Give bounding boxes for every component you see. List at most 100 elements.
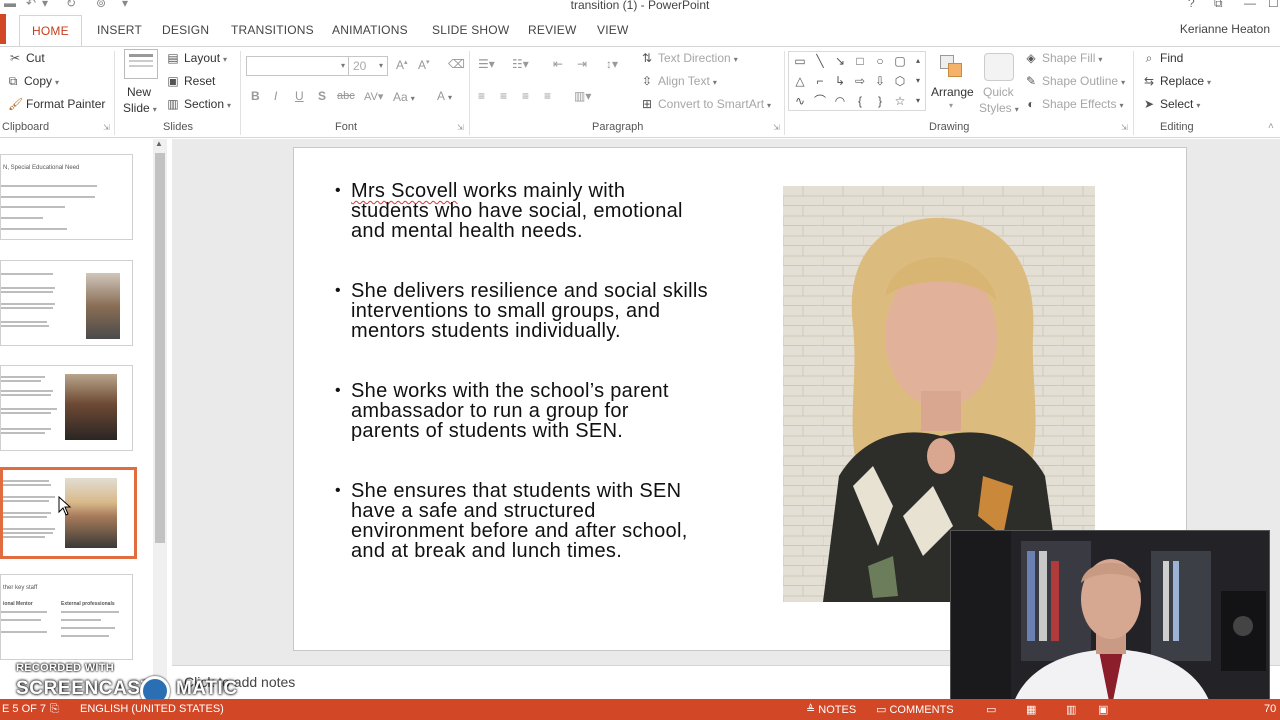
bullet-2[interactable]: • She delivers resilience and social ski… xyxy=(335,281,771,341)
tab-slide-show[interactable]: SLIDE SHOW xyxy=(432,23,509,37)
underline-button[interactable]: U xyxy=(295,89,304,103)
elbow-connector-icon[interactable]: ⌐ xyxy=(813,74,827,88)
change-case-button[interactable]: Aa ▾ xyxy=(393,90,415,104)
notes-toggle[interactable]: ≜ NOTES xyxy=(806,703,856,716)
brace-left-shape-icon[interactable]: { xyxy=(853,94,867,108)
bullets-icon[interactable]: ☰▾ xyxy=(478,57,495,71)
text-shadow-button[interactable]: S xyxy=(318,89,326,103)
font-launcher-icon[interactable]: ⇲ xyxy=(457,123,464,132)
rectangle-shape-icon[interactable]: □ xyxy=(853,54,867,68)
reset-button[interactable]: ▣ Reset xyxy=(166,74,215,88)
tab-review[interactable]: REVIEW xyxy=(528,23,577,37)
italic-button[interactable]: I xyxy=(274,89,277,103)
numbering-icon[interactable]: ☷▾ xyxy=(512,57,529,71)
grow-font-icon[interactable]: A▴ xyxy=(396,58,408,72)
reading-view-icon[interactable]: ▥ xyxy=(1066,703,1076,716)
find-button[interactable]: ⌕ Find xyxy=(1142,51,1184,66)
shrink-font-icon[interactable]: A▾ xyxy=(418,58,430,72)
decrease-indent-icon[interactable]: ⇤ xyxy=(553,57,563,71)
bullet-3[interactable]: • She works with the school’s parent amb… xyxy=(335,381,771,441)
line-spacing-icon[interactable]: ↕▾ xyxy=(606,57,618,71)
maximize-button[interactable]: ☐ xyxy=(1268,0,1279,10)
tab-design[interactable]: DESIGN xyxy=(162,23,209,37)
font-color-button[interactable]: A ▾ xyxy=(437,89,452,103)
clear-formatting-icon[interactable]: ⌫ xyxy=(448,57,465,71)
arc-shape-icon[interactable]: ⌒ xyxy=(813,94,827,108)
gallery-more-icon[interactable]: ▾ xyxy=(911,94,925,108)
gallery-down-icon[interactable]: ▾ xyxy=(911,74,925,88)
new-slide-icon[interactable] xyxy=(124,49,158,79)
textbox-shape-icon[interactable]: ▭ xyxy=(793,54,807,68)
ribbon-display-options-icon[interactable]: ⧉ xyxy=(1214,0,1223,11)
clipboard-launcher-icon[interactable]: ⇲ xyxy=(103,123,110,132)
shapes-gallery[interactable]: ▭ ╲ ↘ □ ○ ▢ △ ⌐ ↳ ⇨ ⇩ ⬡ ∿ ⌒ ◠ { } ☆ ▴ ▾ … xyxy=(788,51,926,111)
normal-view-icon[interactable]: ▭ xyxy=(986,703,996,716)
rounded-rect-shape-icon[interactable]: ▢ xyxy=(893,54,907,68)
line-shape-icon[interactable]: ╲ xyxy=(813,54,827,68)
align-right-icon[interactable]: ≡ xyxy=(522,89,529,103)
columns-icon[interactable]: ▥▾ xyxy=(574,89,591,103)
align-text-button[interactable]: ⇳ Align Text ▾ xyxy=(640,74,717,88)
zoom-level[interactable]: 70 xyxy=(1264,703,1276,715)
elbow-arrow-icon[interactable]: ↳ xyxy=(833,74,847,88)
copy-button[interactable]: ⧉ Copy ▾ xyxy=(6,74,59,89)
select-button[interactable]: ➤ Select ▾ xyxy=(1142,97,1200,111)
slide-thumbnail-2[interactable] xyxy=(0,260,133,346)
oval-shape-icon[interactable]: ○ xyxy=(873,54,887,68)
justify-icon[interactable]: ≡ xyxy=(544,89,551,103)
replace-button[interactable]: ⇆ Replace ▾ xyxy=(1142,74,1211,88)
triangle-shape-icon[interactable]: △ xyxy=(793,74,807,88)
tab-view[interactable]: VIEW xyxy=(597,23,628,37)
section-button[interactable]: ▥ Section ▾ xyxy=(166,97,231,111)
star-shape-icon[interactable]: ☆ xyxy=(893,94,907,108)
quick-styles-button[interactable]: Quick xyxy=(983,85,1014,99)
convert-smartart-button[interactable]: ⊞ Convert to SmartArt ▾ xyxy=(640,97,771,111)
new-slide-dropdown[interactable]: Slide ▾ xyxy=(123,101,157,115)
arrange-button[interactable]: Arrange xyxy=(931,85,974,99)
flowchart-shape-icon[interactable]: ⬡ xyxy=(893,74,907,88)
collapse-ribbon-icon[interactable]: ˄ xyxy=(1268,121,1274,132)
font-size-combo[interactable]: 20 ▾ xyxy=(348,56,388,76)
bullet-1[interactable]: • Mrs Scovell works mainly with students… xyxy=(335,181,771,241)
paragraph-launcher-icon[interactable]: ⇲ xyxy=(773,123,780,132)
down-arrow-shape-icon[interactable]: ⇩ xyxy=(873,74,887,88)
slide-counter[interactable]: E 5 OF 7 xyxy=(2,703,46,715)
slideshow-view-icon[interactable]: ▣ xyxy=(1098,703,1108,716)
right-arrow-shape-icon[interactable]: ⇨ xyxy=(853,74,867,88)
thumbnails-scrollbar[interactable]: ▲ xyxy=(153,139,167,699)
minimize-button[interactable]: — xyxy=(1244,0,1256,10)
help-button[interactable]: ? xyxy=(1188,0,1195,10)
bold-button[interactable]: B xyxy=(251,89,260,103)
curve-shape-icon[interactable]: ◠ xyxy=(833,94,847,108)
character-spacing-icon[interactable]: AV▾ xyxy=(364,90,383,103)
shape-outline-button[interactable]: ✎ Shape Outline ▾ xyxy=(1024,74,1125,88)
cut-button[interactable]: ✂ Cut xyxy=(8,51,45,65)
comments-toggle[interactable]: ▭ COMMENTS xyxy=(876,703,954,716)
freeform-shape-icon[interactable]: ∿ xyxy=(793,94,807,108)
text-direction-button[interactable]: ⇅ Text Direction ▾ xyxy=(640,51,738,65)
tab-insert[interactable]: INSERT xyxy=(97,23,142,37)
increase-indent-icon[interactable]: ⇥ xyxy=(577,57,587,71)
tab-home[interactable]: HOME xyxy=(19,15,82,47)
layout-button[interactable]: ▤ Layout ▾ xyxy=(166,51,227,65)
shape-fill-button[interactable]: ◈ Shape Fill ▾ xyxy=(1024,51,1102,65)
slide-sorter-icon[interactable]: ▦ xyxy=(1026,703,1036,716)
scroll-up-icon[interactable]: ▲ xyxy=(155,139,163,148)
drawing-launcher-icon[interactable]: ⇲ xyxy=(1121,123,1128,132)
slide-thumbnail-1[interactable]: N, Special Educational Need xyxy=(0,154,133,240)
font-name-combo[interactable]: ▾ xyxy=(246,56,350,76)
arrow-shape-icon[interactable]: ↘ xyxy=(833,54,847,68)
format-painter-button[interactable]: 🖌 Format Painter xyxy=(8,97,105,111)
user-name[interactable]: Kerianne Heaton xyxy=(1180,22,1270,36)
slide-thumbnail-3[interactable] xyxy=(0,365,133,451)
bullet-4[interactable]: • She ensures that students with SEN hav… xyxy=(335,481,771,561)
shape-effects-button[interactable]: ◐ Shape Effects ▾ xyxy=(1024,97,1123,111)
slide-thumbnail-5[interactable]: ther key staff ional Mentor External pro… xyxy=(0,574,133,660)
language-status[interactable]: ENGLISH (UNITED STATES) xyxy=(80,703,224,715)
scrollbar-thumb[interactable] xyxy=(155,153,165,543)
tab-transitions[interactable]: TRANSITIONS xyxy=(231,23,314,37)
arrange-dropdown-icon[interactable]: ▾ xyxy=(949,101,953,110)
align-left-icon[interactable]: ≡ xyxy=(478,89,485,103)
align-center-icon[interactable]: ≡ xyxy=(500,89,507,103)
tab-animations[interactable]: ANIMATIONS xyxy=(332,23,408,37)
